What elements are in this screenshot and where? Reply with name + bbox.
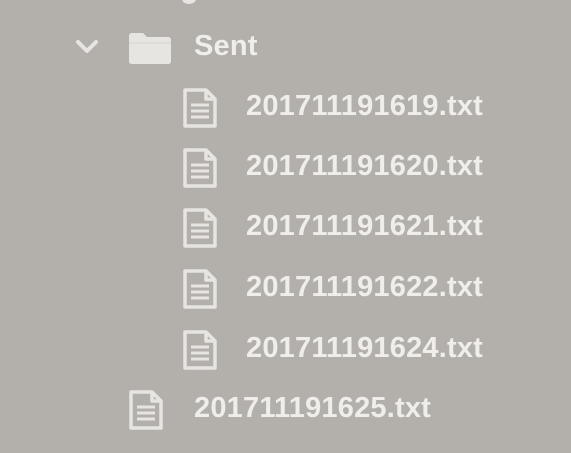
text-file-icon: [183, 269, 217, 309]
tree-file-item[interactable]: 201711191622.txt: [0, 261, 571, 317]
file-name: 201711191622.txt: [246, 271, 484, 303]
text-file-icon: [129, 390, 163, 430]
partial-item-icon: [182, 0, 196, 4]
tree-file-item[interactable]: 201711191624.txt: [0, 322, 571, 378]
tree-file-item[interactable]: 201711191620.txt: [0, 140, 571, 196]
text-file-icon: [183, 330, 217, 370]
file-name: 201711191621.txt: [246, 210, 484, 242]
folder-name: Sent: [194, 30, 258, 62]
tree-file-item-root[interactable]: 201711191625.txt: [0, 382, 571, 438]
tree-folder-sent[interactable]: Sent: [0, 20, 571, 76]
chevron-down-icon[interactable]: [74, 34, 100, 60]
tree-file-item[interactable]: 201711191621.txt: [0, 200, 571, 256]
file-name: 201711191619.txt: [246, 90, 484, 122]
text-file-icon: [183, 208, 217, 248]
file-name: 201711191625.txt: [194, 392, 432, 424]
folder-icon: [129, 33, 171, 64]
tree-file-item[interactable]: 201711191619.txt: [0, 80, 571, 136]
text-file-icon: [183, 148, 217, 188]
file-name: 201711191620.txt: [246, 150, 484, 182]
file-tree: Sent 201711191619.txt 201711191620.txt 2…: [0, 0, 571, 453]
text-file-icon: [183, 88, 217, 128]
file-name: 201711191624.txt: [246, 332, 484, 364]
